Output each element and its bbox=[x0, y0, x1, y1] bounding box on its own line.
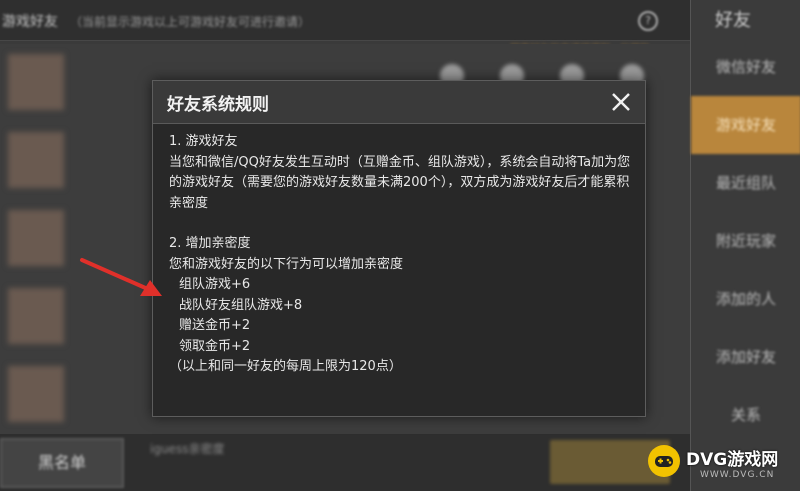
watermark-brand: DVG游戏网 bbox=[686, 450, 779, 470]
section1-text: 当您和微信/QQ好友发生互动时（互赠金币、组队游戏），系统会自动将Ta加为您的游… bbox=[169, 154, 631, 211]
annotation-arrow-icon bbox=[80, 258, 162, 296]
side-item-add-friend[interactable]: 添加好友 bbox=[691, 328, 800, 386]
side-item-wechat[interactable]: 微信好友 bbox=[691, 38, 800, 96]
bottom-hint: iguess亲密度 bbox=[150, 442, 225, 456]
watermark-domain: WWW.DVG.CN bbox=[700, 470, 775, 480]
section2-heading: 2. 增加亲密度 bbox=[169, 236, 251, 251]
intimacy-item-receive-coins: 领取金币+2 bbox=[179, 338, 251, 354]
weekly-limit-note: （以上和同一好友的每周上限为120点） bbox=[169, 359, 402, 374]
avatar bbox=[8, 210, 64, 266]
side-item-added[interactable]: 添加的人 bbox=[691, 270, 800, 328]
top-hint: （当前显示游戏以上可游戏好友可进行邀请） bbox=[70, 15, 311, 29]
dialog-header: 好友系统规则 bbox=[153, 81, 645, 124]
intimacy-item-send-coins: 赠送金币+2 bbox=[179, 318, 251, 333]
top-tab-label: 游戏好友 bbox=[2, 14, 58, 30]
side-item-game-friends[interactable]: 游戏好友 bbox=[691, 96, 800, 154]
side-item-nearby[interactable]: 附近玩家 bbox=[691, 212, 800, 270]
section2-intro: 您和游戏好友的以下行为可以增加亲密度 bbox=[169, 256, 404, 272]
blacklist-button[interactable]: 黑名单 bbox=[0, 438, 124, 488]
side-panel-title: 好友 bbox=[715, 10, 751, 31]
close-button[interactable] bbox=[607, 88, 635, 116]
close-icon bbox=[612, 93, 630, 111]
side-item-recent[interactable]: 最近组队 bbox=[691, 154, 800, 212]
watermark: DVG游戏网 WWW.DVG.CN bbox=[648, 440, 796, 488]
help-icon[interactable]: ? bbox=[638, 11, 658, 31]
top-bar: 游戏好友 （当前显示游戏以上可游戏好友可进行邀请） ? bbox=[0, 0, 690, 41]
gamepad-logo-icon bbox=[648, 445, 680, 477]
side-panel: 好友 微信好友 游戏好友 最近组队 附近玩家 添加的人 添加好友 关系 bbox=[690, 0, 800, 491]
side-item-relation[interactable]: 关系 bbox=[691, 386, 800, 444]
dialog-title: 好友系统规则 bbox=[167, 95, 269, 115]
dialog-body: 1. 游戏好友 当您和微信/QQ好友发生互动时（互赠金币、组队游戏），系统会自动… bbox=[169, 132, 635, 378]
avatar bbox=[8, 288, 64, 344]
intimacy-item-clan-team: 战队好友组队游戏+8 bbox=[179, 297, 303, 313]
avatar bbox=[8, 54, 64, 110]
avatar bbox=[8, 132, 64, 188]
intimacy-item-team: 组队游戏+6 bbox=[179, 277, 251, 292]
avatar bbox=[8, 366, 64, 422]
section1-heading: 1. 游戏好友 bbox=[169, 134, 238, 149]
rules-dialog: 好友系统规则 1. 游戏好友 当您和微信/QQ好友发生互动时（互赠金币、组队游戏… bbox=[152, 80, 646, 417]
